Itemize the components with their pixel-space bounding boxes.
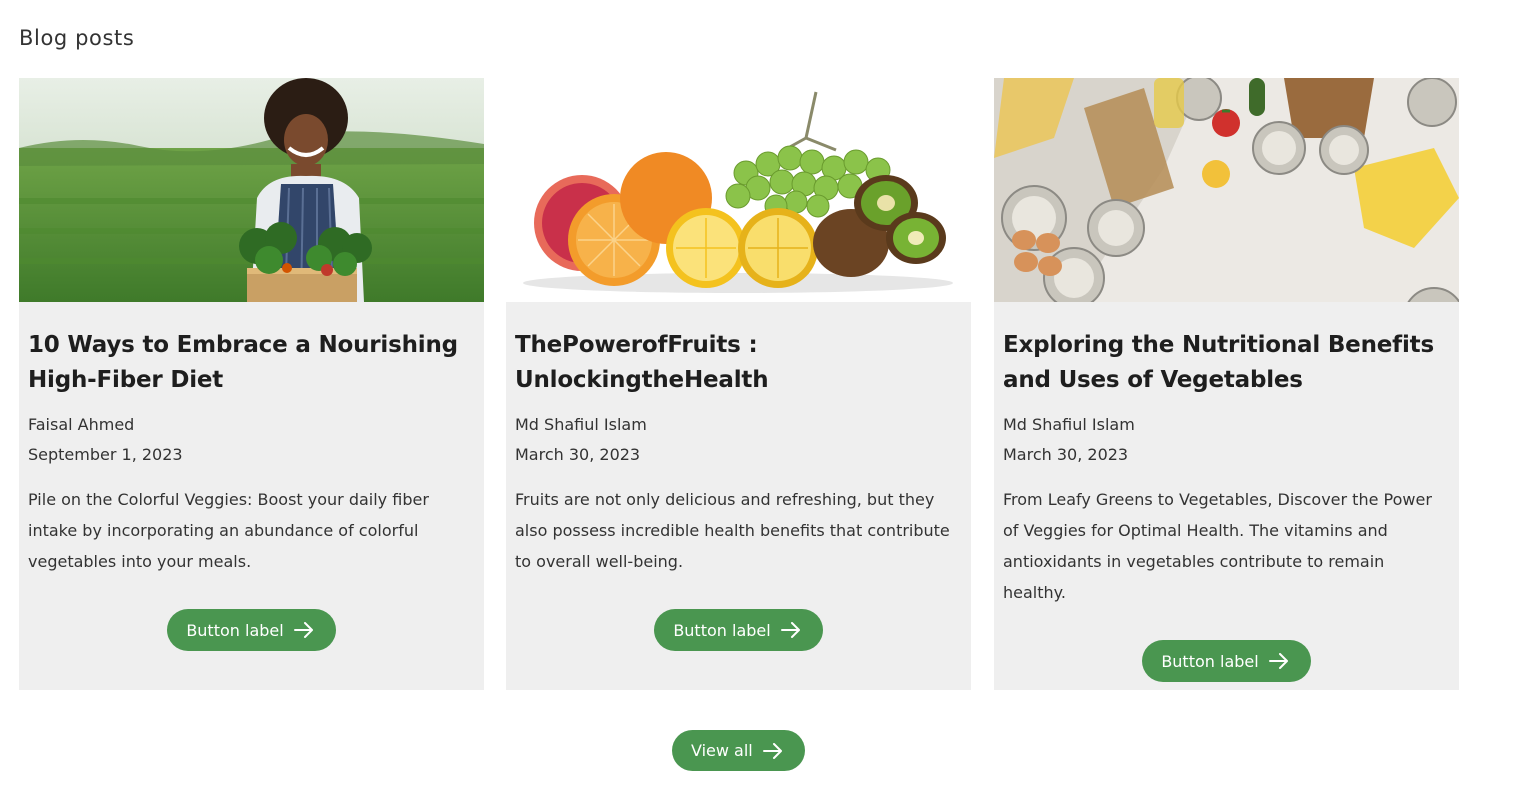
post-title[interactable]: ThePowerofFruits : UnlockingtheHealth — [515, 328, 962, 398]
post-author: Md Shafiul Islam — [515, 415, 647, 434]
blog-card-image[interactable] — [994, 78, 1459, 302]
section-title: Blog posts — [19, 26, 135, 50]
button-label: Button label — [186, 620, 284, 640]
view-all-label: View all — [691, 741, 753, 760]
post-author: Md Shafiul Islam — [1003, 415, 1135, 434]
post-excerpt: From Leafy Greens to Vegetables, Discove… — [1003, 490, 1432, 602]
blog-card-image[interactable] — [506, 78, 971, 302]
blog-card: ThePowerofFruits : UnlockingtheHealth Md… — [506, 78, 971, 690]
arrow-right-icon — [762, 742, 782, 759]
arrow-right-icon — [293, 622, 313, 638]
view-all-button[interactable]: View all — [672, 730, 805, 771]
button-label: Button label — [1161, 651, 1259, 671]
post-date: September 1, 2023 — [28, 445, 183, 464]
post-title[interactable]: Exploring the Nutritional Benefits and U… — [1003, 328, 1450, 398]
button-label: Button label — [673, 620, 771, 640]
post-date: March 30, 2023 — [515, 445, 641, 464]
groceries-photo — [994, 78, 1459, 302]
read-more-button[interactable]: Button label — [167, 609, 336, 651]
post-date: March 30, 2023 — [1003, 445, 1129, 464]
arrow-right-icon — [1268, 653, 1288, 669]
fruits-photo — [506, 78, 971, 302]
blog-card: Exploring the Nutritional Benefits and U… — [994, 78, 1459, 690]
post-excerpt: Pile on the Colorful Veggies: Boost your… — [28, 490, 429, 571]
arrow-right-icon — [780, 622, 800, 638]
post-author: Faisal Ahmed — [28, 415, 135, 434]
post-title[interactable]: 10 Ways to Embrace a Nourishing High-Fib… — [28, 328, 475, 398]
blog-card-image[interactable] — [19, 78, 484, 302]
read-more-button[interactable]: Button label — [654, 609, 823, 651]
read-more-button[interactable]: Button label — [1142, 640, 1311, 682]
farmer-photo — [19, 78, 484, 302]
blog-card: 10 Ways to Embrace a Nourishing High-Fib… — [19, 78, 484, 690]
post-excerpt: Fruits are not only delicious and refres… — [515, 490, 950, 571]
